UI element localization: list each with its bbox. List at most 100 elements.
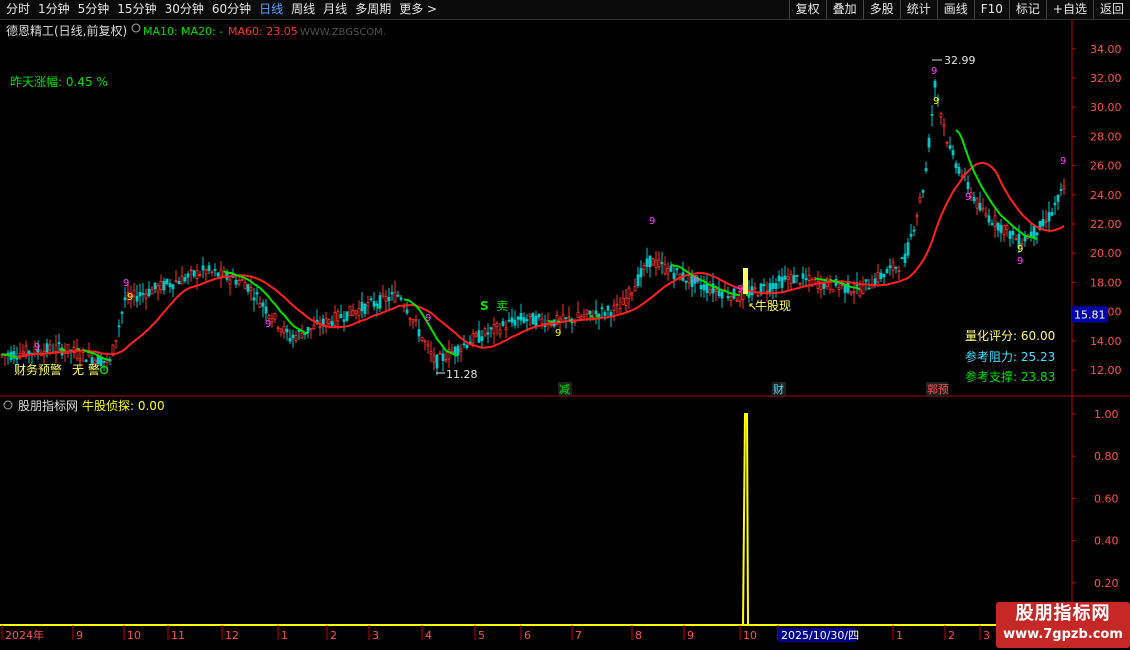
candle xyxy=(84,359,88,363)
sub-tick-label-1: 0.80 xyxy=(1094,450,1119,463)
price-tick-label-0: 34.00 xyxy=(1090,43,1122,56)
candle xyxy=(486,323,490,343)
price-tick-label-7: 20.00 xyxy=(1090,247,1122,260)
period-tab-10[interactable]: 更多 > xyxy=(395,1,441,18)
td-nine-marker-1: 9 xyxy=(123,278,129,289)
candle xyxy=(924,161,928,174)
candle xyxy=(504,320,508,339)
candle xyxy=(459,343,463,362)
candle xyxy=(225,269,229,283)
candle xyxy=(468,335,472,345)
time-tick-label-4: 12 xyxy=(225,629,239,642)
candle xyxy=(618,297,622,313)
candle xyxy=(684,280,688,291)
candle xyxy=(816,271,820,294)
candle xyxy=(900,256,904,260)
candle xyxy=(192,269,196,279)
event-label-1: 财 xyxy=(773,382,784,396)
time-tick-label-5: 1 xyxy=(281,629,288,642)
candle xyxy=(429,340,433,363)
candle xyxy=(393,280,397,304)
yesterday-change: 昨天涨幅: 0.45 % xyxy=(10,74,108,89)
candle xyxy=(180,266,184,285)
period-tab-1[interactable]: 1分钟 xyxy=(34,1,74,18)
candle xyxy=(153,282,157,294)
time-tick-label-0: 2024年 xyxy=(5,628,44,642)
toolbar-button-2[interactable]: 多股 xyxy=(862,0,900,19)
candle xyxy=(1056,193,1060,210)
sell-s-icon: S xyxy=(480,299,489,313)
period-tab-5[interactable]: 60分钟 xyxy=(208,1,255,18)
kline-chart[interactable]: 34.00 32.00 30.00 28.00 26.00 24.00 22.00 20.00… xyxy=(0,20,1130,650)
candle xyxy=(948,136,952,151)
candle xyxy=(510,308,514,328)
period-tab-9[interactable]: 多周期 xyxy=(351,1,395,18)
price-tick-label-4: 26.00 xyxy=(1090,160,1122,173)
candle xyxy=(930,104,934,127)
period-tab-7[interactable]: 周线 xyxy=(287,1,319,18)
period-tab-0[interactable]: 分时 xyxy=(2,1,34,18)
time-tick-label-16: 1 xyxy=(896,629,903,642)
time-tick-label-7: 3 xyxy=(372,629,379,642)
candle xyxy=(1041,210,1045,230)
candle xyxy=(990,219,994,227)
logo-url: www.7gpzb.com xyxy=(1003,627,1123,642)
candle xyxy=(57,333,61,351)
candle xyxy=(441,346,445,372)
toolbar-button-8[interactable]: 返回 xyxy=(1092,0,1130,19)
candle xyxy=(792,267,796,284)
period-tab-2[interactable]: 5分钟 xyxy=(74,1,114,18)
candle xyxy=(699,275,703,298)
candle xyxy=(24,340,28,360)
low-price-label: 11.28 xyxy=(446,368,478,381)
toolbar-button-5[interactable]: F10 xyxy=(973,0,1009,19)
candle xyxy=(882,273,886,285)
candle xyxy=(345,311,349,323)
sub-tick-label-4: 0.20 xyxy=(1094,577,1119,590)
candle xyxy=(759,282,763,297)
candle xyxy=(246,283,250,295)
candle xyxy=(99,353,103,367)
candle xyxy=(786,267,790,291)
ma10-line xyxy=(1,129,1038,361)
td-nine-marker-3: 9 xyxy=(265,319,271,330)
candle xyxy=(870,274,874,289)
time-tick-label-11: 7 xyxy=(575,629,582,642)
time-tick-label-6: 2 xyxy=(330,629,337,642)
toolbar-button-6[interactable]: 标记 xyxy=(1008,0,1046,19)
toolbar-button-0[interactable]: 复权 xyxy=(788,0,826,19)
period-tab-3[interactable]: 15分钟 xyxy=(113,1,160,18)
candle xyxy=(999,218,1003,242)
td-nine-marker-4: 9 xyxy=(425,313,431,324)
candle xyxy=(201,256,205,279)
td-nine-marker-9: 9 xyxy=(931,66,937,77)
quant-score: 量化评分: 60.00 xyxy=(965,329,1055,343)
candle xyxy=(465,344,469,350)
toolbar-button-3[interactable]: 统计 xyxy=(899,0,937,19)
time-tick-label-1: 9 xyxy=(76,629,83,642)
candle xyxy=(957,163,961,177)
td-nine-marker-14: 9 xyxy=(1060,156,1066,167)
candle xyxy=(447,339,451,369)
candle xyxy=(396,290,400,298)
candle xyxy=(210,270,214,277)
candle xyxy=(996,221,1000,238)
candle xyxy=(1059,183,1063,196)
candle xyxy=(981,197,985,213)
candle xyxy=(672,266,676,289)
candle xyxy=(366,295,370,315)
candle xyxy=(903,243,907,268)
candle xyxy=(12,344,16,364)
period-tab-8[interactable]: 月线 xyxy=(319,1,351,18)
period-tab-4[interactable]: 30分钟 xyxy=(161,1,208,18)
candle xyxy=(681,261,685,283)
toolbar-button-4[interactable]: 画线 xyxy=(936,0,974,19)
candle xyxy=(162,277,166,295)
candle xyxy=(687,266,691,290)
td-nine-marker-0: 9 xyxy=(34,342,40,353)
toolbar-button-1[interactable]: 叠加 xyxy=(825,0,863,19)
candle xyxy=(576,301,580,319)
toolbar-button-7[interactable]: +自选 xyxy=(1045,0,1093,19)
ma20-label: MA20: - xyxy=(181,25,223,38)
period-tab-6[interactable]: 日线 xyxy=(255,1,287,18)
